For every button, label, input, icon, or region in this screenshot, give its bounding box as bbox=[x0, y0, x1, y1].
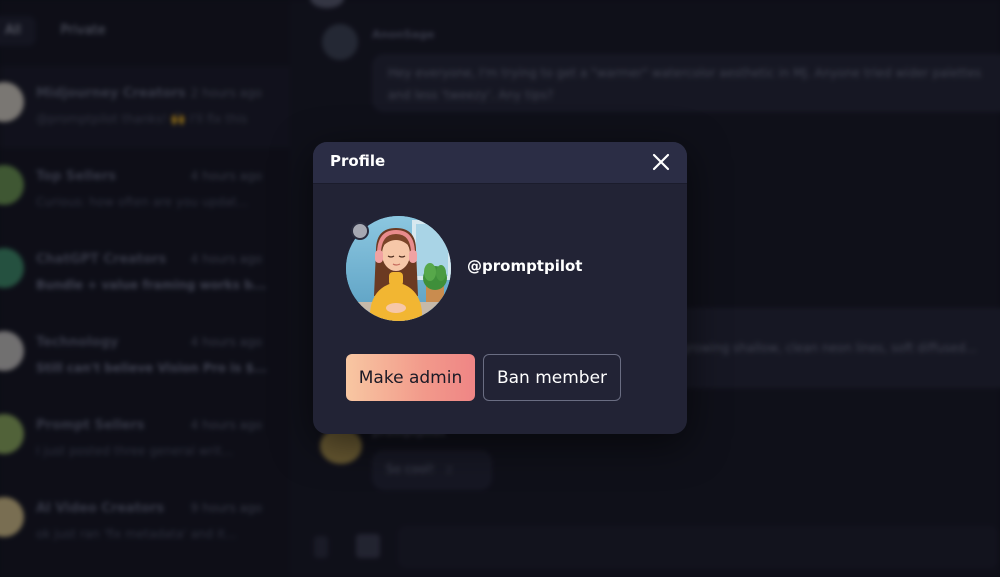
close-icon bbox=[652, 153, 670, 171]
make-admin-button[interactable]: Make admin bbox=[346, 354, 475, 401]
status-indicator bbox=[351, 222, 369, 240]
modal-header: Profile bbox=[313, 142, 687, 184]
profile-username: @promptpilot bbox=[467, 257, 583, 275]
ban-member-button[interactable]: Ban member bbox=[483, 354, 621, 401]
app-stage: All Private Midjourney Creators 2 hours … bbox=[0, 0, 1000, 577]
modal-title: Profile bbox=[330, 152, 386, 170]
close-button[interactable] bbox=[649, 150, 673, 174]
profile-modal: Profile @promptpilot Make admin Ban memb… bbox=[313, 142, 687, 434]
